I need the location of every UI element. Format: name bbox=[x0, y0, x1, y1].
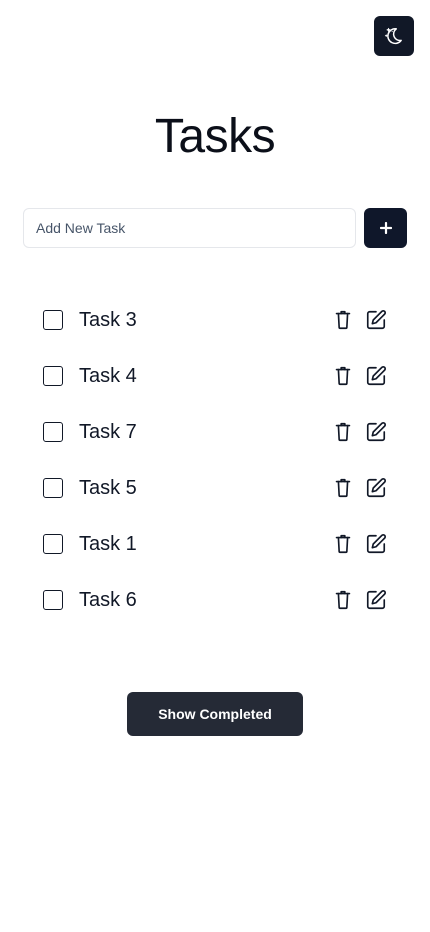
task-checkbox[interactable] bbox=[43, 366, 63, 386]
page-title: Tasks bbox=[154, 110, 276, 163]
task-item: Task 7 bbox=[0, 404, 430, 460]
trash-icon bbox=[332, 421, 354, 443]
task-checkbox[interactable] bbox=[43, 478, 63, 498]
task-checkbox[interactable] bbox=[43, 534, 63, 554]
task-checkbox[interactable] bbox=[43, 310, 63, 330]
edit-task-button[interactable] bbox=[364, 364, 388, 388]
delete-task-button[interactable] bbox=[331, 308, 355, 332]
moon-stars-icon bbox=[383, 25, 405, 47]
task-item: Task 5 bbox=[0, 460, 430, 516]
trash-icon bbox=[332, 533, 354, 555]
delete-task-button[interactable] bbox=[331, 532, 355, 556]
task-label: Task 3 bbox=[79, 309, 137, 331]
task-label: Task 6 bbox=[79, 589, 137, 611]
task-label: Task 1 bbox=[79, 533, 137, 555]
add-task-row bbox=[23, 208, 407, 248]
edit-square-icon bbox=[365, 589, 387, 611]
delete-task-button[interactable] bbox=[331, 476, 355, 500]
edit-square-icon bbox=[365, 421, 387, 443]
edit-task-button[interactable] bbox=[364, 588, 388, 612]
task-label: Task 4 bbox=[79, 365, 137, 387]
trash-icon bbox=[332, 589, 354, 611]
edit-task-button[interactable] bbox=[364, 420, 388, 444]
task-label: Task 5 bbox=[79, 477, 137, 499]
trash-icon bbox=[332, 365, 354, 387]
tasks-page: Tasks Task 3 bbox=[0, 0, 430, 932]
task-item: Task 4 bbox=[0, 348, 430, 404]
trash-icon bbox=[332, 477, 354, 499]
task-list: Task 3 Task 4 Task 7 Task 5 Task 1 Task … bbox=[0, 292, 430, 628]
delete-task-button[interactable] bbox=[331, 420, 355, 444]
edit-task-button[interactable] bbox=[364, 476, 388, 500]
add-task-button[interactable] bbox=[364, 208, 407, 248]
edit-square-icon bbox=[365, 533, 387, 555]
task-checkbox[interactable] bbox=[43, 422, 63, 442]
plus-icon bbox=[379, 222, 392, 234]
delete-task-button[interactable] bbox=[331, 364, 355, 388]
trash-icon bbox=[332, 309, 354, 331]
edit-task-button[interactable] bbox=[364, 532, 388, 556]
task-item: Task 3 bbox=[0, 292, 430, 348]
add-task-input[interactable] bbox=[23, 208, 356, 248]
task-item: Task 6 bbox=[0, 572, 430, 628]
task-label: Task 7 bbox=[79, 421, 137, 443]
show-completed-button[interactable]: Show Completed bbox=[127, 692, 303, 736]
task-checkbox[interactable] bbox=[43, 590, 63, 610]
edit-task-button[interactable] bbox=[364, 308, 388, 332]
delete-task-button[interactable] bbox=[331, 588, 355, 612]
edit-square-icon bbox=[365, 477, 387, 499]
edit-square-icon bbox=[365, 365, 387, 387]
theme-toggle-button[interactable] bbox=[374, 16, 414, 56]
edit-square-icon bbox=[365, 309, 387, 331]
task-item: Task 1 bbox=[0, 516, 430, 572]
